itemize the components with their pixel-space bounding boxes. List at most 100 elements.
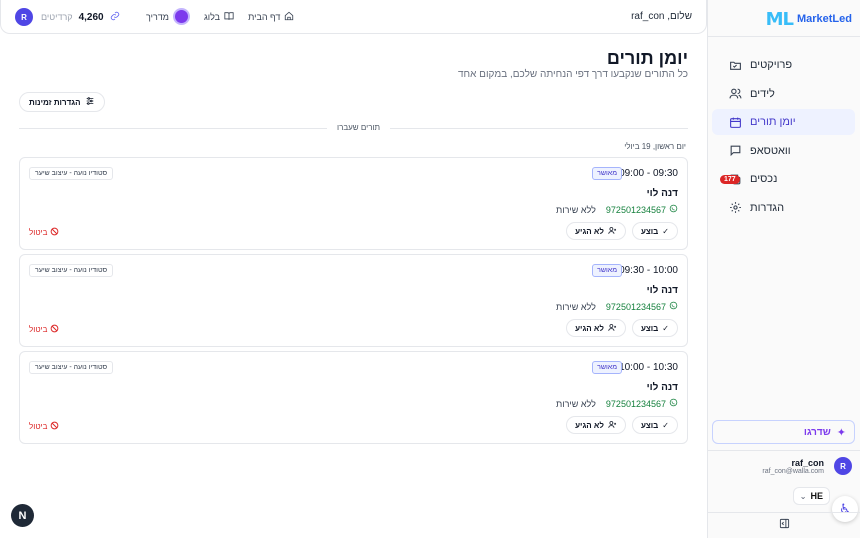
ban-icon <box>50 227 59 238</box>
sidebar-item-label: יומן תורים <box>750 116 796 129</box>
user-name: raf_con <box>791 457 824 468</box>
no-show-label: לא הגיע <box>575 323 604 333</box>
nav-blog-label: בלוג <box>203 11 221 22</box>
sidebar-item-label: לידים <box>750 87 775 100</box>
whatsapp-icon <box>669 301 678 312</box>
done-button[interactable]: ✓ בוצע <box>631 319 678 337</box>
header-left: R קרדיטים 4,260 <box>15 8 120 26</box>
language-select[interactable]: ⌄ HE <box>792 487 830 505</box>
client-name: דנה לוי <box>646 188 678 199</box>
service-name: ללא שירות <box>556 204 596 215</box>
whatsapp-icon <box>669 204 678 215</box>
phone-number: 972501234567 <box>605 398 666 409</box>
appointment-actions: ✓ בוצע לא הגיע <box>566 222 678 240</box>
day-label: יום ראשון, 19 ביולי <box>624 142 686 151</box>
calendar-icon <box>728 115 742 129</box>
upgrade-label: שדרגו <box>803 426 831 438</box>
credits-label: קרדיטים <box>41 12 73 22</box>
sidebar-item-label: נכסים <box>750 173 778 186</box>
assets-count-badge: 177 <box>720 174 740 184</box>
user-email: raf_con@walla.com <box>762 467 824 475</box>
sidebar-divider <box>707 36 860 37</box>
check-icon: ✓ <box>662 226 669 236</box>
accessibility-icon[interactable]: ♿ <box>832 496 858 522</box>
logo-mark: ML <box>765 8 794 30</box>
phone-number: 972501234567 <box>605 301 666 312</box>
phone-link[interactable]: 972501234567 <box>606 301 678 312</box>
cancel-button[interactable]: ביטול <box>29 324 59 335</box>
header-nav: דף הבית בלוג מדריך <box>146 8 294 25</box>
nav-guide-label: מדריך <box>146 11 169 22</box>
phone-link[interactable]: 972501234567 <box>606 398 678 409</box>
top-header: שלום, raf_con דף הבית בלוג מדריך R קרדיט… <box>0 0 707 34</box>
appointment-actions: ✓ בוצע לא הגיע <box>566 416 678 434</box>
users-icon <box>728 87 742 101</box>
sidebar-item-calendar[interactable]: יומן תורים <box>712 109 855 136</box>
no-show-button[interactable]: לא הגיע <box>566 416 626 434</box>
logo[interactable]: ML MarketLed <box>766 8 852 30</box>
logo-wordmark: MarketLed <box>796 13 852 25</box>
gear-icon <box>728 201 742 215</box>
ban-icon <box>50 324 59 335</box>
client-details: 972501234567 ללא שירות <box>556 301 678 312</box>
book-icon <box>224 11 234 23</box>
cancel-button[interactable]: ביטול <box>29 421 59 432</box>
phone-link[interactable]: 972501234567 <box>606 204 678 215</box>
status-badge: מאושר <box>592 361 622 374</box>
nav-guide-link[interactable]: מדריך <box>146 8 190 25</box>
studio-tag: סטודיו נועה - עיצוב שיער <box>29 264 114 277</box>
sidebar-item-whatsapp[interactable]: וואטסאפ <box>712 138 855 164</box>
avatar[interactable]: R <box>15 8 33 26</box>
no-show-button[interactable]: לא הגיע <box>566 222 626 240</box>
client-details: 972501234567 ללא שירות <box>556 398 678 409</box>
service-name: ללא שירות <box>556 398 596 409</box>
section-label: תורים שעברו <box>327 123 391 132</box>
done-label: בוצע <box>640 226 659 236</box>
status-badge: מאושר <box>592 167 622 180</box>
no-show-button[interactable]: לא הגיע <box>566 319 626 337</box>
floating-action-button[interactable]: N <box>11 504 34 527</box>
cancel-button[interactable]: ביטול <box>29 227 59 238</box>
avatar: R <box>834 457 852 475</box>
language-value: HE <box>810 491 823 501</box>
sidebar-item-assets[interactable]: 177 נכסים <box>712 166 855 192</box>
no-show-label: לא הגיע <box>575 420 604 430</box>
sidebar-item-label: וואטסאפ <box>750 144 791 157</box>
ban-icon <box>50 421 59 432</box>
no-show-label: לא הגיע <box>575 226 604 236</box>
availability-settings-label: הגדרות זמינות <box>29 97 81 107</box>
appointment-card: 09:00 - 09:30 מאושר סטודיו נועה - עיצוב … <box>19 157 688 250</box>
sidebar-collapse-icon[interactable] <box>779 518 790 532</box>
sidebar-item-label: הגדרות <box>750 201 785 214</box>
done-button[interactable]: ✓ בוצע <box>631 416 678 434</box>
whatsapp-icon <box>669 398 678 409</box>
sidebar-item-leads[interactable]: לידים <box>712 81 855 107</box>
client-details: 972501234567 ללא שירות <box>556 204 678 215</box>
cancel-label: ביטול <box>29 422 48 431</box>
user-x-icon <box>608 323 617 334</box>
availability-settings-button[interactable]: הגדרות זמינות <box>19 92 106 112</box>
appointment-actions: ✓ בוצע לא הגיע <box>566 319 678 337</box>
credits[interactable]: קרדיטים 4,260 <box>41 11 120 23</box>
sliders-icon <box>85 96 95 108</box>
sidebar-item-settings[interactable]: הגדרות <box>712 195 855 221</box>
chevron-down-icon: ⌄ <box>799 491 807 501</box>
done-label: בוצע <box>640 420 659 430</box>
done-button[interactable]: ✓ בוצע <box>631 222 678 240</box>
user-profile[interactable]: R raf_con raf_con@walla.com <box>762 457 852 475</box>
done-label: בוצע <box>640 323 659 333</box>
check-icon: ✓ <box>662 323 669 333</box>
nav-home-link[interactable]: דף הבית <box>248 11 294 23</box>
sidebar-divider <box>707 450 860 451</box>
upgrade-button[interactable]: ✦ שדרגו <box>712 420 855 444</box>
appointment-time: 10:00 - 10:30 <box>619 362 678 373</box>
nav-blog-link[interactable]: בלוג <box>204 11 234 23</box>
nav-home-label: דף הבית <box>248 11 281 22</box>
cancel-label: ביטול <box>29 325 48 334</box>
page-subtitle: כל התורים שנקבעו דרך דפי הנחיתה שלכם, במ… <box>458 69 688 80</box>
studio-tag: סטודיו נועה - עיצוב שיער <box>29 361 114 374</box>
check-icon: ✓ <box>662 420 669 430</box>
sidebar-item-projects[interactable]: פרויקטים <box>712 52 855 78</box>
client-name: דנה לוי <box>646 285 678 296</box>
sparkle-icon: ✦ <box>836 426 846 439</box>
